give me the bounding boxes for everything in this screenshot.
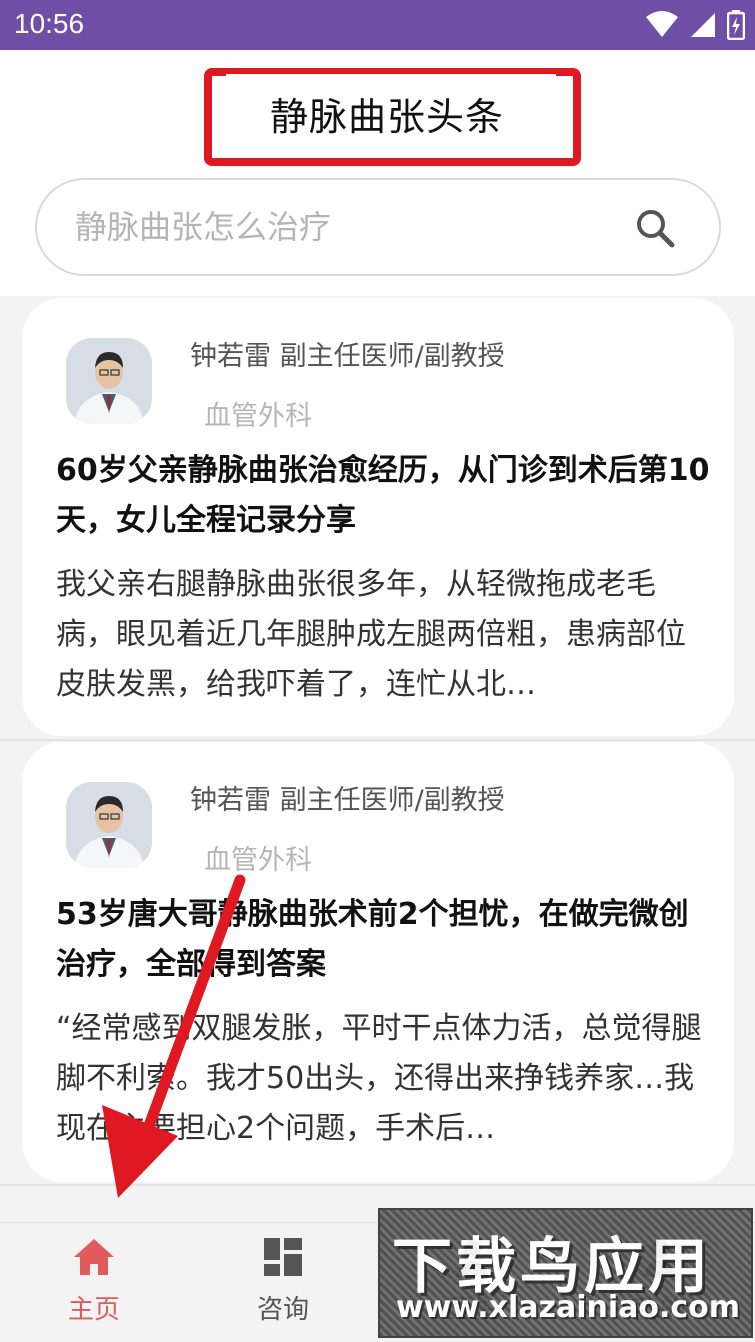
cell-signal-icon	[691, 13, 715, 37]
nav-label-consult: 咨询	[256, 1295, 309, 1325]
nav-label-home: 主页	[67, 1295, 120, 1325]
header: 静脉曲张头条	[0, 50, 755, 296]
search-icon[interactable]	[635, 208, 675, 248]
status-icons	[645, 10, 745, 40]
article-headline[interactable]: 53岁唐大哥静脉曲张术前2个担忧，在做完微创治疗，全部得到答案	[56, 890, 716, 990]
doctor-department: 血管外科	[204, 401, 312, 432]
status-time: 10:56	[14, 8, 85, 39]
battery-icon	[727, 10, 745, 40]
home-icon	[74, 1239, 114, 1275]
nav-item-consult[interactable]: 咨询	[223, 1237, 343, 1337]
article-headline[interactable]: 60岁父亲静脉曲张治愈经历，从门诊到术后第10天，女儿全程记录分享	[56, 446, 716, 546]
divider	[0, 1184, 755, 1186]
title-background: 静脉曲张头条	[226, 74, 556, 144]
search-bar[interactable]	[35, 178, 721, 276]
divider	[0, 739, 755, 741]
title-highlight-box: 静脉曲张头条	[204, 68, 581, 166]
nav-item-home[interactable]: 主页	[34, 1237, 154, 1337]
search-input[interactable]	[75, 204, 595, 250]
doctor-name: 钟若雷 副主任医师/副教授	[190, 785, 505, 816]
article-card[interactable]: 钟若雷 副主任医师/副教授 血管外科 60岁父亲静脉曲张治愈经历，从门诊到术后第…	[22, 298, 734, 736]
doctor-name: 钟若雷 副主任医师/副教授	[190, 341, 505, 372]
wifi-icon	[646, 11, 678, 37]
doctor-avatar	[66, 338, 152, 424]
article-summary: 我父亲右腿静脉曲张很多年，从轻微拖成老毛病，眼见着近几年腿肿成左腿两倍粗，患病部…	[56, 567, 686, 702]
article-card[interactable]: 钟若雷 副主任医师/副教授 血管外科 53岁唐大哥静脉曲张术前2个担忧，在做完微…	[22, 742, 734, 1182]
status-bar: 10:56	[0, 0, 755, 50]
doctor-avatar	[66, 782, 152, 868]
page-title: 静脉曲张头条	[270, 95, 505, 139]
watermark: 下载鸟应用 www.xlazainiao.com	[378, 1208, 753, 1338]
article-summary: “经常感到双腿发胀，平时干点体力活，总觉得腿脚不利索。我才50出头，还得出来挣钱…	[56, 1011, 702, 1146]
grid-icon	[264, 1238, 302, 1276]
doctor-department: 血管外科	[204, 845, 312, 876]
watermark-url: www.xlazainiao.com	[396, 1290, 741, 1325]
